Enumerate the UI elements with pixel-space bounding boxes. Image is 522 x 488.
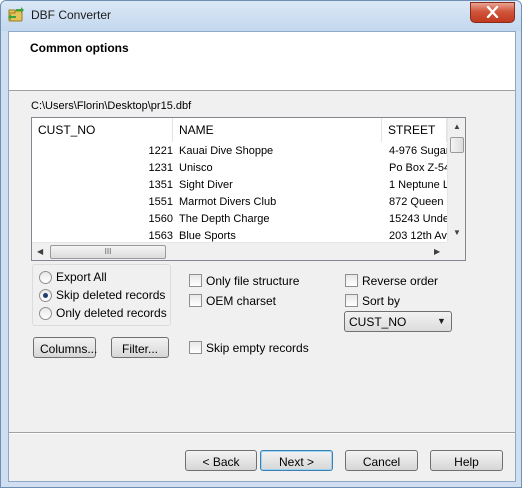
scroll-right-icon[interactable]: ▶: [434, 247, 440, 256]
radio-label: Export All: [56, 270, 107, 284]
cell-name: Unisco: [179, 162, 213, 174]
checkbox-label: Sort by: [362, 294, 401, 308]
only-structure-checkbox[interactable]: Only file structure: [189, 273, 339, 289]
radio-only-deleted[interactable]: Only deleted records: [39, 305, 189, 321]
sort-by-checkbox[interactable]: Sort by: [345, 293, 495, 309]
cell-name: Kauai Dive Shoppe: [179, 145, 274, 157]
radio-circle: [39, 271, 52, 284]
dialog-client: Common options C:\Users\Florin\Desktop\p…: [8, 31, 516, 482]
cell-street: Po Box Z-54: [389, 162, 447, 174]
cell-name: Sight Diver: [179, 179, 233, 191]
title-bar[interactable]: DBF Converter: [1, 1, 521, 31]
sort-field-value: CUST_NO: [349, 315, 407, 329]
horizontal-scrollbar[interactable]: ◀ III ▶: [32, 242, 447, 260]
wizard-header: Common options: [9, 32, 515, 91]
vertical-scroll-thumb[interactable]: [450, 137, 464, 153]
checkbox-label: Reverse order: [362, 274, 439, 288]
app-window: DBF Converter Common options C:\Users\Fl…: [0, 0, 522, 488]
radio-circle: [39, 307, 52, 320]
cell-cust-no: 1351: [148, 179, 173, 191]
checkbox-label: Skip empty records: [206, 341, 309, 355]
radio-dot: [43, 293, 48, 298]
table-row[interactable]: 1551 Marmot Divers Club 872 Queen: [32, 194, 447, 211]
horizontal-scroll-thumb[interactable]: III: [50, 245, 166, 259]
checkbox-box: [345, 294, 358, 307]
export-mode-group: Export All Skip deleted records Only del…: [32, 264, 171, 326]
cell-street: 15243 Unde: [389, 213, 447, 225]
reverse-order-checkbox[interactable]: Reverse order: [345, 273, 495, 289]
footer-separator: [9, 432, 515, 434]
scroll-down-icon[interactable]: ▼: [453, 228, 461, 237]
scroll-up-icon[interactable]: ▲: [453, 122, 461, 131]
checkbox-box: [189, 294, 202, 307]
close-button[interactable]: [470, 2, 515, 23]
grid-body: 1221 Kauai Dive Shoppe 4-976 Sugar 1231 …: [32, 143, 447, 245]
scrollbar-corner: [447, 242, 465, 260]
column-header-name[interactable]: NAME: [173, 118, 382, 142]
oem-charset-checkbox[interactable]: OEM charset: [189, 293, 339, 309]
radio-export-all[interactable]: Export All: [39, 269, 189, 285]
grid-header: CUST_NO NAME STREET: [32, 118, 447, 142]
folder-arrows-icon: [8, 7, 24, 22]
cell-street: 1 Neptune L: [389, 179, 447, 191]
cell-cust-no: 1231: [148, 162, 173, 174]
cell-name: Marmot Divers Club: [179, 196, 277, 208]
radio-skip-deleted[interactable]: Skip deleted records: [39, 287, 189, 303]
next-button[interactable]: Next >: [260, 450, 333, 471]
radio-label: Only deleted records: [56, 306, 167, 320]
skip-empty-checkbox[interactable]: Skip empty records: [189, 340, 339, 356]
checkbox-box: [189, 341, 202, 354]
table-row[interactable]: 1231 Unisco Po Box Z-54: [32, 160, 447, 177]
cell-cust-no: 1221: [148, 145, 173, 157]
checkbox-label: Only file structure: [206, 274, 300, 288]
table-row[interactable]: 1221 Kauai Dive Shoppe 4-976 Sugar: [32, 143, 447, 160]
table-row[interactable]: 1560 The Depth Charge 15243 Unde: [32, 211, 447, 228]
close-icon: [486, 6, 499, 18]
checkbox-box: [189, 274, 202, 287]
table-row[interactable]: 1351 Sight Diver 1 Neptune L: [32, 177, 447, 194]
column-header-cust-no[interactable]: CUST_NO: [32, 118, 173, 142]
window-title: DBF Converter: [31, 8, 112, 22]
cell-street: 872 Queen: [389, 196, 444, 208]
help-button[interactable]: Help: [430, 450, 503, 471]
back-button[interactable]: < Back: [185, 450, 257, 471]
checkbox-label: OEM charset: [206, 294, 277, 308]
cell-name: The Depth Charge: [179, 213, 270, 225]
sort-field-select[interactable]: CUST_NO ▼: [344, 311, 452, 332]
filter-button[interactable]: Filter...: [111, 337, 169, 358]
radio-circle-selected: [39, 289, 52, 302]
checkbox-box: [345, 274, 358, 287]
cancel-button[interactable]: Cancel: [345, 450, 418, 471]
columns-button[interactable]: Columns...: [33, 337, 97, 358]
column-header-street[interactable]: STREET: [382, 118, 447, 142]
radio-label: Skip deleted records: [56, 288, 166, 302]
page-title: Common options: [30, 41, 129, 55]
file-path: C:\Users\Florin\Desktop\pr15.dbf: [31, 100, 192, 112]
data-grid[interactable]: CUST_NO NAME STREET 1221 Kauai Dive Shop…: [31, 117, 466, 261]
cell-cust-no: 1560: [148, 213, 173, 225]
chevron-down-icon: ▼: [437, 316, 446, 326]
vertical-scrollbar[interactable]: ▲ ▼: [447, 118, 465, 242]
scroll-left-icon[interactable]: ◀: [37, 247, 43, 256]
cell-cust-no: 1551: [148, 196, 173, 208]
cell-street: 4-976 Sugar: [389, 145, 447, 157]
